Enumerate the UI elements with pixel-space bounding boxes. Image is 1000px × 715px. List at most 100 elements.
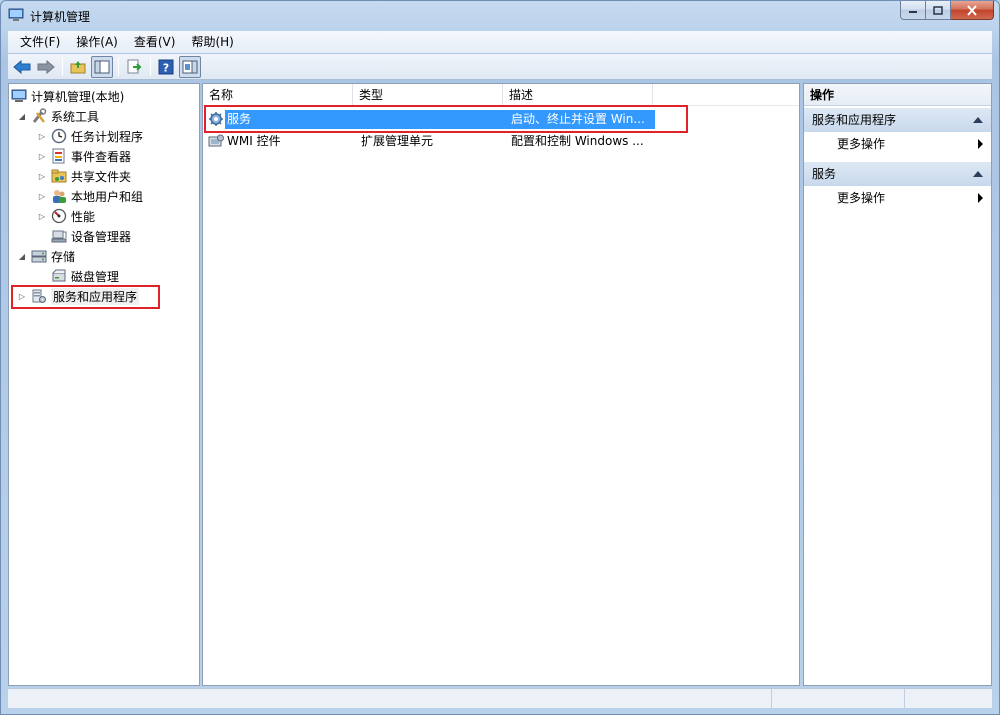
maximize-icon (933, 5, 943, 15)
collapse-triangle-icon[interactable]: ◢ (17, 111, 27, 121)
help-icon: ? (158, 59, 174, 74)
forward-arrow-icon (37, 59, 55, 74)
menu-view[interactable]: 查看(V) (126, 32, 184, 52)
tree-node-disk-management[interactable]: 磁盘管理 (47, 266, 119, 286)
tree-node-root[interactable]: 计算机管理(本地) (11, 86, 124, 106)
back-button[interactable] (11, 56, 33, 78)
status-segment (905, 689, 992, 708)
expand-triangle-icon[interactable]: ▷ (37, 151, 47, 161)
action-more-actions[interactable]: 更多操作 (804, 187, 991, 209)
annotation-box (204, 105, 688, 133)
disk-icon (51, 268, 67, 284)
toolbar: ? (8, 54, 992, 80)
window-title: 计算机管理 (30, 10, 91, 24)
submenu-arrow-icon (978, 139, 983, 149)
shared-folder-icon (51, 168, 67, 184)
list-view: 名称 类型 描述 服务 启动、终止并设置 Win... WMI 控件 扩展管理单… (202, 83, 800, 686)
collapse-arrow-icon[interactable] (973, 117, 983, 123)
tree-label: 任务计划程序 (71, 129, 144, 144)
tree-node-local-users-groups[interactable]: ▷ 本地用户和组 (37, 186, 143, 206)
actions-pane: 操作 服务和应用程序 更多操作 服务 更多操作 (803, 83, 992, 686)
device-manager-icon (51, 228, 67, 244)
computer-management-icon (8, 7, 24, 23)
tree-node-task-scheduler[interactable]: ▷ 任务计划程序 (37, 126, 143, 146)
section-title: 服务和应用程序 (812, 113, 897, 127)
minimize-button[interactable] (900, 1, 926, 20)
tree-label: 性能 (71, 209, 96, 224)
tree-node-storage[interactable]: ◢ 存储 (17, 246, 75, 266)
console-tree: 计算机管理(本地) ◢ 系统工具 ▷ 任务计划程序 ▷ 事件查看器 ▷ 共享文件… (8, 83, 200, 686)
close-button[interactable] (951, 1, 994, 20)
column-header-name[interactable]: 名称 (203, 84, 353, 106)
expand-triangle-icon[interactable]: ▷ (37, 131, 47, 141)
show-hide-action-pane-button[interactable] (179, 55, 201, 78)
close-icon (967, 4, 977, 16)
column-header-description[interactable]: 描述 (503, 84, 653, 106)
action-label: 更多操作 (837, 137, 886, 151)
menu-help[interactable]: 帮助(H) (183, 32, 241, 52)
show-hide-console-tree-button[interactable] (91, 55, 113, 78)
tree-node-device-manager[interactable]: 设备管理器 (47, 226, 131, 246)
action-section-services-and-applications[interactable]: 服务和应用程序 (804, 108, 991, 132)
tree-label: 计算机管理(本地) (31, 89, 125, 104)
computer-management-icon (11, 88, 27, 104)
tree-node-performance[interactable]: ▷ 性能 (37, 206, 95, 226)
folder-up-icon (70, 60, 86, 73)
action-section-services[interactable]: 服务 (804, 162, 991, 186)
tree-label: 共享文件夹 (71, 169, 132, 184)
section-title: 服务 (812, 167, 837, 181)
cell-name: WMI 控件 (227, 134, 281, 148)
forward-button[interactable] (35, 56, 57, 78)
expand-triangle-icon[interactable]: ▷ (37, 191, 47, 201)
menu-file[interactable]: 文件(F) (12, 32, 68, 52)
minimize-icon (909, 11, 917, 13)
svg-text:?: ? (163, 61, 169, 74)
column-header-type[interactable]: 类型 (353, 84, 503, 106)
tools-icon (31, 108, 47, 124)
cell-description: 配置和控制 Windows ... (511, 134, 644, 148)
tree-label: 本地用户和组 (71, 189, 144, 204)
tree-label: 存储 (51, 249, 76, 264)
actions-header: 操作 (804, 84, 991, 106)
collapse-triangle-icon[interactable]: ◢ (17, 251, 27, 261)
tree-node-event-viewer[interactable]: ▷ 事件查看器 (37, 146, 131, 166)
export-list-button[interactable] (123, 56, 145, 78)
action-more-actions[interactable]: 更多操作 (804, 133, 991, 155)
submenu-arrow-icon (978, 193, 983, 203)
tree-node-shared-folders[interactable]: ▷ 共享文件夹 (37, 166, 131, 186)
toolbar-separator (118, 57, 119, 76)
expand-triangle-icon[interactable]: ▷ (37, 171, 47, 181)
action-label: 更多操作 (837, 191, 886, 205)
computer-management-window: 计算机管理 文件(F) 操作(A) 查看(V) 帮助(H) ? 计算机管理(本地… (0, 0, 1000, 715)
users-icon (51, 188, 67, 204)
toolbar-separator (62, 57, 63, 76)
event-viewer-icon (51, 148, 67, 164)
up-one-level-button[interactable] (67, 56, 89, 78)
toolbar-separator (150, 57, 151, 76)
tree-label: 磁盘管理 (71, 269, 120, 284)
collapse-arrow-icon[interactable] (973, 171, 983, 177)
list-row-wmi-control[interactable]: WMI 控件 扩展管理单元 配置和控制 Windows ... (205, 131, 655, 151)
menu-action[interactable]: 操作(A) (68, 32, 126, 52)
cell-type: 扩展管理单元 (361, 134, 434, 148)
clock-icon (51, 128, 67, 144)
help-button[interactable]: ? (155, 56, 177, 78)
console-tree-icon (94, 60, 110, 73)
caption-buttons (900, 1, 994, 20)
wmi-control-icon (208, 133, 224, 153)
tree-label: 事件查看器 (71, 149, 132, 164)
status-segment (772, 689, 905, 708)
status-bar (8, 688, 992, 708)
tree-label: 设备管理器 (71, 229, 132, 244)
expand-triangle-icon[interactable]: ▷ (37, 211, 47, 221)
back-arrow-icon (13, 59, 31, 74)
title-bar[interactable]: 计算机管理 (1, 1, 999, 29)
annotation-box (11, 285, 160, 309)
tree-label: 系统工具 (51, 109, 100, 124)
storage-icon (31, 248, 47, 264)
performance-icon (51, 208, 67, 224)
status-segment (8, 689, 772, 708)
tree-node-system-tools[interactable]: ◢ 系统工具 (17, 106, 99, 126)
action-pane-icon (182, 60, 198, 73)
maximize-button[interactable] (926, 1, 951, 20)
